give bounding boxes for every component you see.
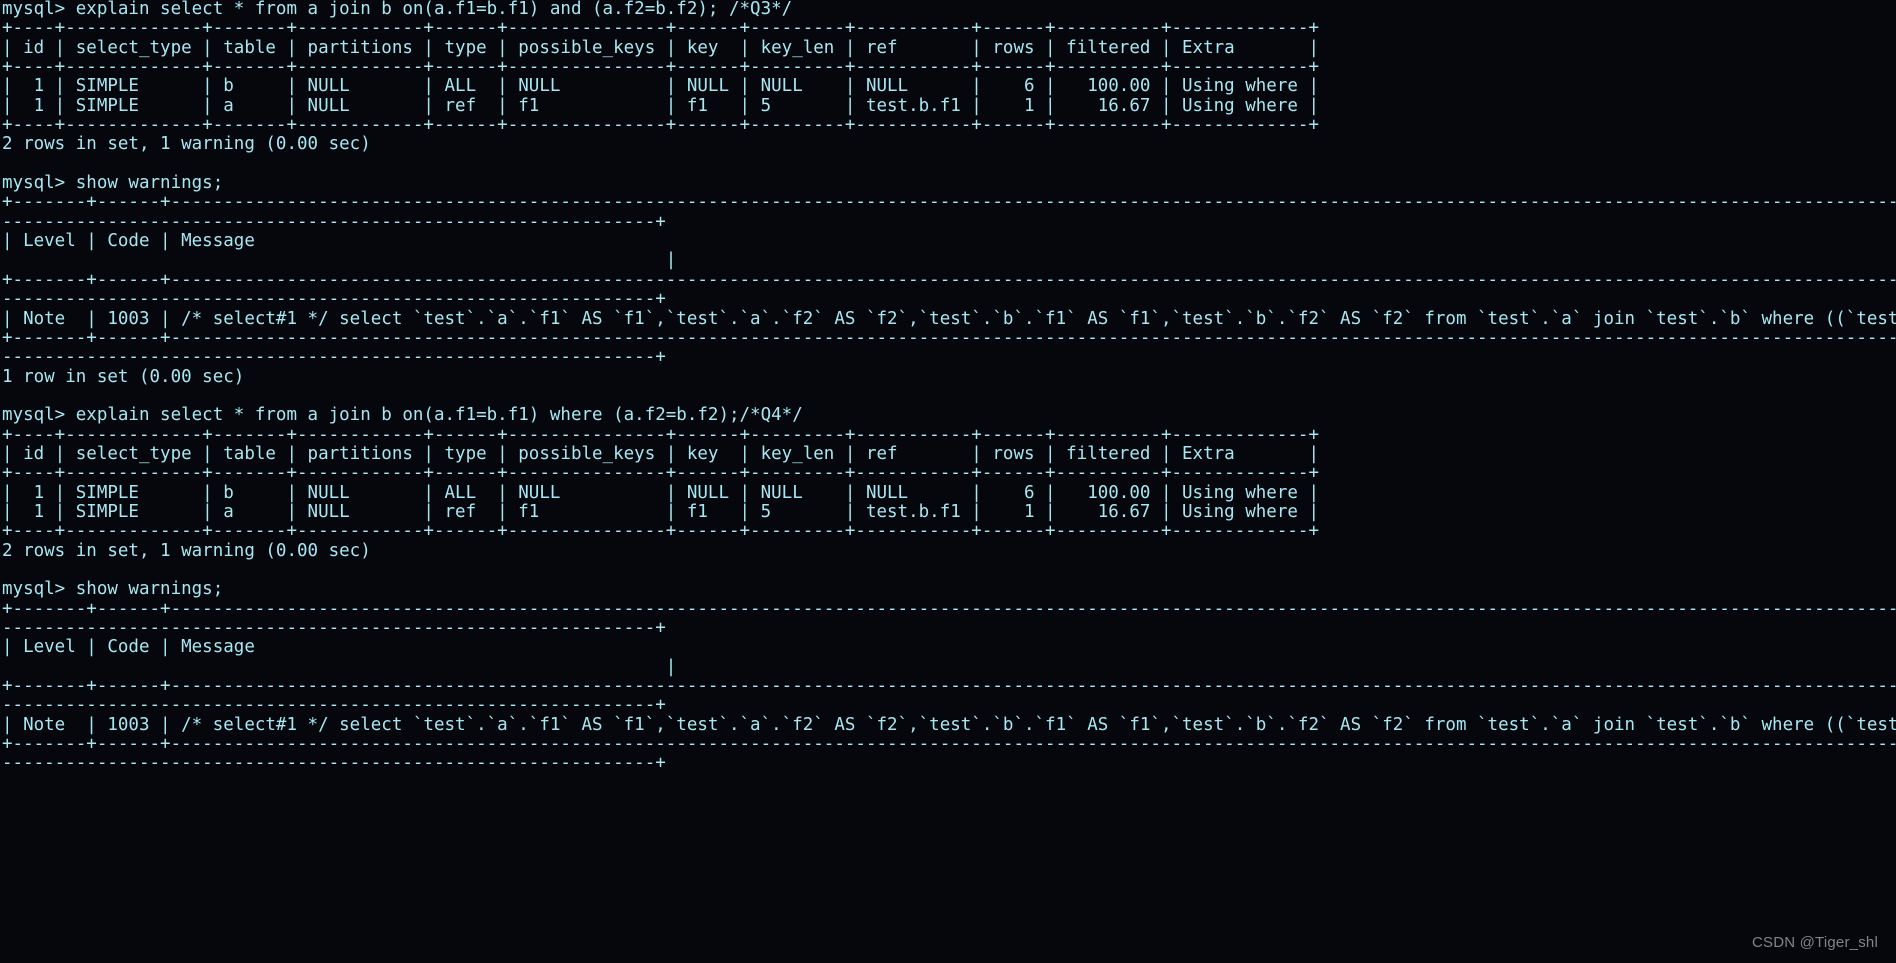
terminal-line: +----+-------------+-------+------------… [2, 424, 1319, 445]
terminal-line: | 1 | SIMPLE | b | NULL | ALL | NULL | N… [2, 76, 1319, 97]
terminal-line: 2 rows in set, 1 warning (0.00 sec) [2, 134, 371, 155]
terminal-output[interactable]: mysql> explain select * from a join b on… [0, 0, 1896, 963]
terminal-line: ----------------------------------------… [2, 347, 666, 368]
terminal-line: mysql> explain select * from a join b on… [2, 0, 793, 19]
terminal-line: +----+-------------+-------+------------… [2, 463, 1319, 484]
terminal-line: mysql> show warnings; [2, 579, 224, 600]
terminal-line: +-------+------+------------------------… [2, 734, 1896, 755]
watermark-label: CSDN @Tiger_shl [1751, 934, 1878, 951]
terminal-line: | 1 | SIMPLE | b | NULL | ALL | NULL | N… [2, 482, 1319, 503]
terminal-line: | 1 | SIMPLE | a | NULL | ref | f1 | f1 … [2, 501, 1319, 522]
terminal-line: +----+-------------+-------+------------… [2, 57, 1319, 78]
terminal-line: | Level | Code | Message [2, 637, 255, 658]
terminal-line: 2 rows in set, 1 warning (0.00 sec) [2, 540, 371, 561]
terminal-line: | [2, 656, 677, 677]
terminal-line: +----+-------------+-------+------------… [2, 18, 1319, 39]
terminal-line: ----------------------------------------… [2, 695, 666, 716]
terminal-line: 1 row in set (0.00 sec) [2, 366, 245, 387]
terminal-line: | Note | 1003 | /* select#1 */ select `t… [2, 714, 1896, 735]
terminal-line: +-------+------+------------------------… [2, 676, 1896, 697]
terminal-line: | Level | Code | Message [2, 231, 255, 252]
terminal-line: +-------+------+------------------------… [2, 327, 1896, 348]
terminal-line: +-------+------+------------------------… [2, 269, 1896, 290]
terminal-line: | id | select_type | table | partitions … [2, 443, 1319, 464]
terminal-line: ----------------------------------------… [2, 753, 666, 774]
terminal-line: ----------------------------------------… [2, 289, 666, 310]
terminal-line: +----+-------------+-------+------------… [2, 521, 1319, 542]
terminal-line: | [2, 250, 677, 271]
terminal-line: +----+-------------+-------+------------… [2, 115, 1319, 136]
terminal-line: mysql> explain select * from a join b on… [2, 405, 803, 426]
terminal-line: +-------+------+------------------------… [2, 598, 1896, 619]
terminal-line: mysql> show warnings; [2, 173, 224, 194]
terminal-line: | 1 | SIMPLE | a | NULL | ref | f1 | f1 … [2, 95, 1319, 116]
terminal-line: ----------------------------------------… [2, 211, 666, 232]
terminal-line: | Note | 1003 | /* select#1 */ select `t… [2, 308, 1896, 329]
terminal-line: ----------------------------------------… [2, 618, 666, 638]
terminal-line: | id | select_type | table | partitions … [2, 37, 1319, 58]
terminal-line: +-------+------+------------------------… [2, 192, 1896, 213]
